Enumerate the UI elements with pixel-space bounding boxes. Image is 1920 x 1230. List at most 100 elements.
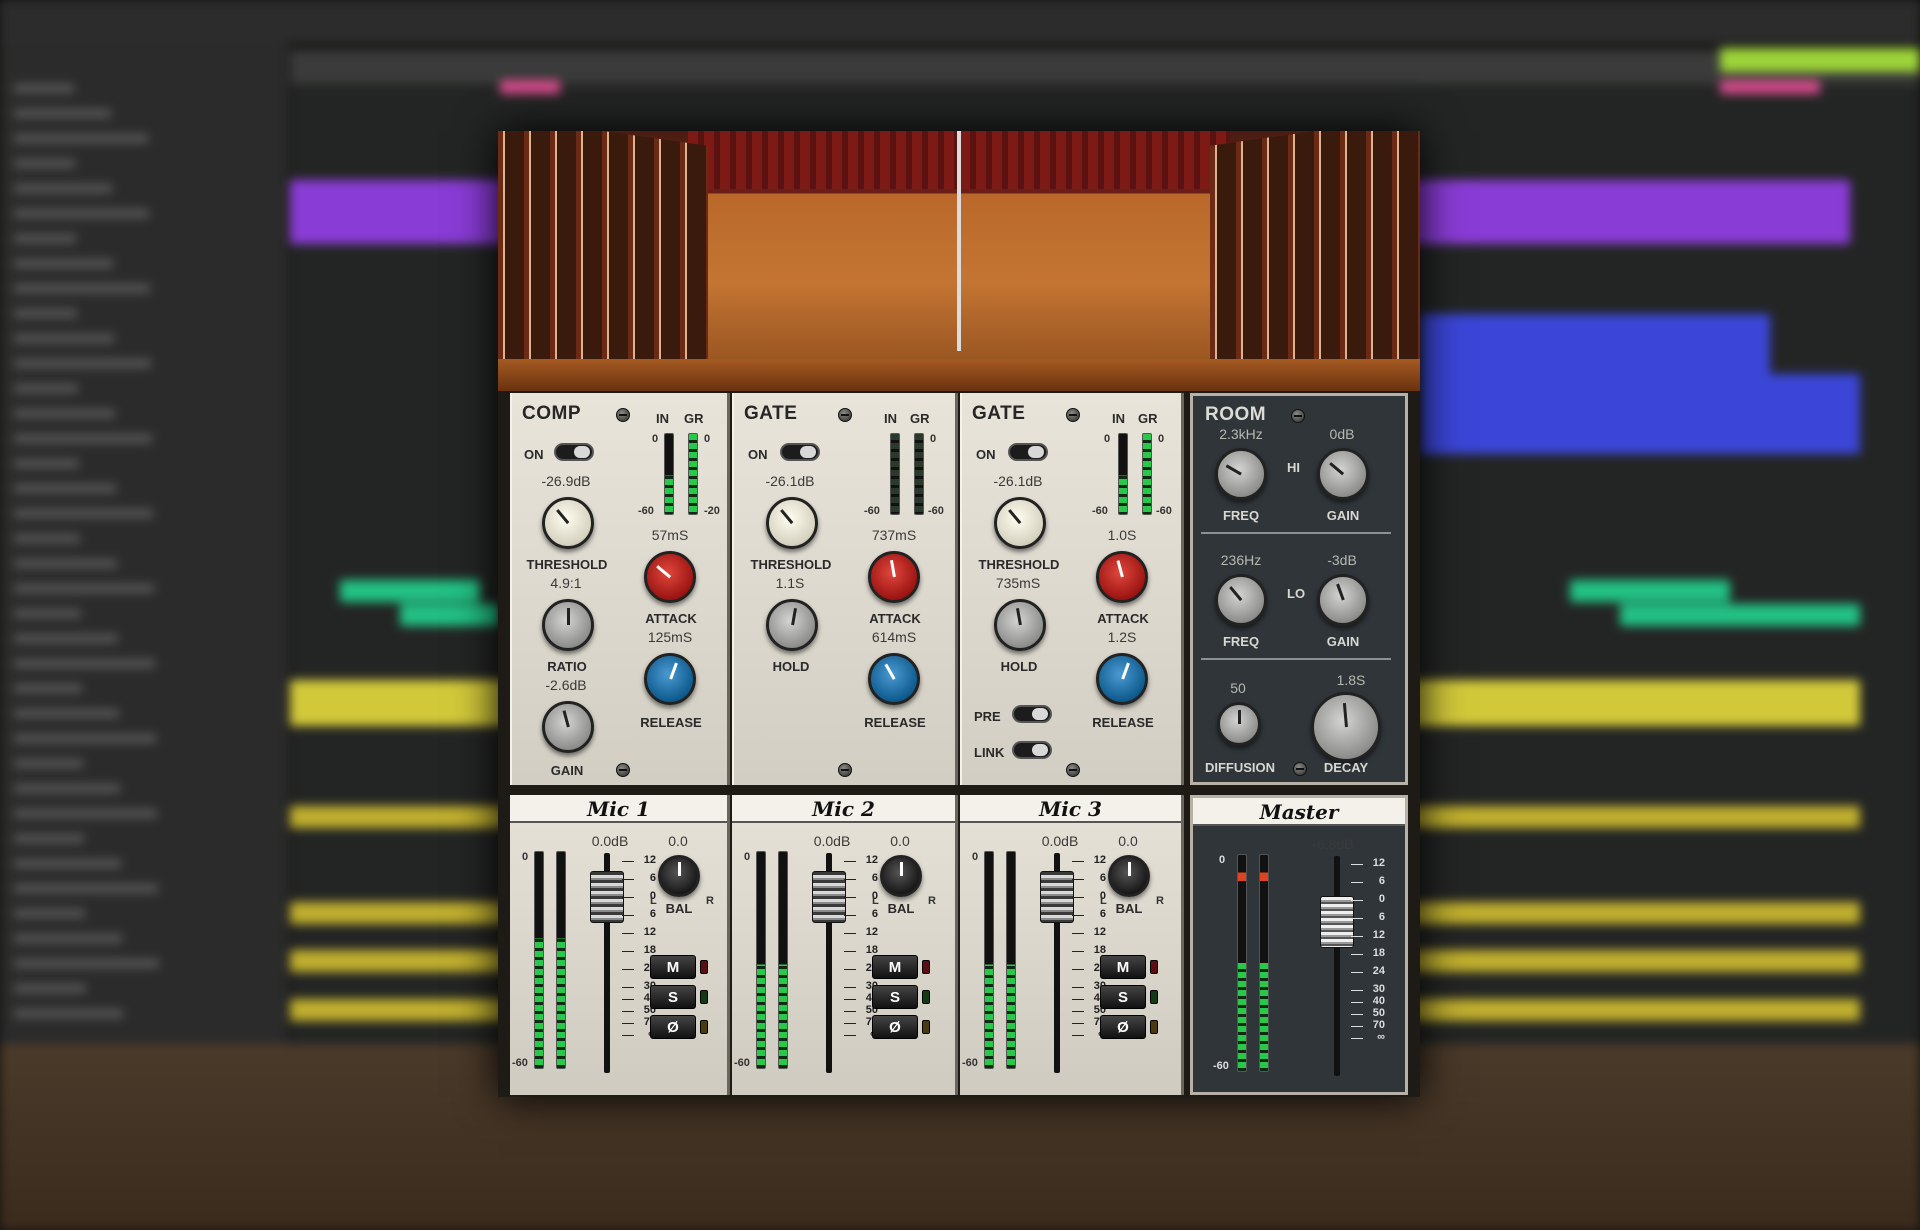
comp-ratio-value: 4.9:1	[550, 575, 582, 591]
daw-track-row[interactable]	[14, 434, 152, 443]
bal-l-label: L	[1100, 895, 1107, 907]
gate1-release-knob[interactable]	[868, 653, 920, 705]
daw-track-row[interactable]	[14, 634, 118, 643]
gate2-on-toggle[interactable]	[1008, 443, 1048, 461]
comp-meter-top-gr: 0	[704, 433, 711, 445]
daw-track-row[interactable]	[14, 534, 80, 543]
gate1-on-toggle[interactable]	[780, 443, 820, 461]
daw-track-row[interactable]	[14, 209, 149, 218]
room-diffusion-knob[interactable]	[1217, 702, 1261, 746]
daw-track-row[interactable]	[14, 134, 148, 143]
balance-knob[interactable]	[1108, 855, 1150, 897]
phase-invert-button[interactable]: Ø	[872, 1015, 918, 1039]
solo-button[interactable]: S	[872, 985, 918, 1009]
daw-track-row[interactable]	[14, 484, 116, 493]
daw-track-row[interactable]	[14, 409, 115, 418]
daw-track-row[interactable]	[14, 834, 84, 843]
daw-track-row[interactable]	[14, 334, 114, 343]
gate2-link-toggle[interactable]	[1012, 741, 1052, 759]
daw-track-row[interactable]	[14, 384, 78, 393]
room-decay-knob[interactable]	[1311, 692, 1381, 762]
room-hi-gain-knob[interactable]	[1317, 448, 1369, 500]
solo-button[interactable]: S	[1100, 985, 1146, 1009]
gate2-pre-toggle[interactable]	[1012, 705, 1052, 723]
gate1-input-meter	[890, 433, 900, 515]
gate1-meter-in-label: IN	[884, 411, 897, 426]
daw-track-row[interactable]	[14, 759, 83, 768]
clip-pink[interactable]	[500, 80, 560, 94]
mic-strip-name: Mic 1	[510, 795, 727, 823]
daw-track-row[interactable]	[14, 459, 79, 468]
phase-invert-button[interactable]: Ø	[650, 1015, 696, 1039]
daw-track-row[interactable]	[14, 559, 117, 568]
daw-track-row[interactable]	[14, 584, 154, 593]
comp-release-knob[interactable]	[644, 653, 696, 705]
gate1-attack-knob[interactable]	[868, 551, 920, 603]
clip-teal[interactable]	[340, 580, 480, 602]
clip-pink-2[interactable]	[1720, 80, 1820, 94]
clip-green[interactable]	[1720, 48, 1920, 72]
room-lo-freq-knob[interactable]	[1215, 574, 1267, 626]
gate2-threshold-knob[interactable]	[994, 497, 1046, 549]
clip-blue[interactable]	[1420, 374, 1860, 454]
daw-track-row[interactable]	[14, 709, 119, 718]
gate1-hold-knob[interactable]	[766, 599, 818, 651]
daw-track-row[interactable]	[14, 309, 77, 318]
gate2-attack-knob[interactable]	[1096, 551, 1148, 603]
comp-ratio-knob[interactable]	[542, 599, 594, 651]
daw-track-row[interactable]	[14, 884, 158, 893]
clip-teal-4[interactable]	[1620, 604, 1860, 626]
daw-track-row[interactable]	[14, 784, 120, 793]
daw-track-row[interactable]	[14, 84, 74, 93]
daw-track-row[interactable]	[14, 684, 82, 693]
clip-teal-3[interactable]	[1570, 580, 1730, 602]
scale-label: 6	[871, 908, 878, 920]
daw-track-row[interactable]	[14, 259, 113, 268]
daw-track-row[interactable]	[14, 1009, 123, 1018]
gate2-hold-knob[interactable]	[994, 599, 1046, 651]
gate2-release-knob[interactable]	[1096, 653, 1148, 705]
daw-track-row[interactable]	[14, 359, 151, 368]
daw-track-row[interactable]	[14, 984, 86, 993]
clip-teal-2[interactable]	[400, 604, 500, 626]
comp-threshold-knob[interactable]	[542, 497, 594, 549]
microphone-stand[interactable]	[957, 131, 961, 351]
daw-track-row[interactable]	[14, 959, 159, 968]
daw-track-row[interactable]	[14, 509, 153, 518]
solo-button[interactable]: S	[650, 985, 696, 1009]
daw-track-row[interactable]	[14, 934, 122, 943]
channel-fader-handle[interactable]	[590, 871, 624, 923]
daw-track-row[interactable]	[14, 234, 76, 243]
scale-tick	[1351, 1002, 1363, 1003]
daw-track-row[interactable]	[14, 184, 112, 193]
comp-gain-knob[interactable]	[542, 701, 594, 753]
clip-blue-2[interactable]	[1420, 314, 1770, 374]
room-diffusion-label: DIFFUSION	[1204, 760, 1276, 775]
scale-tick	[844, 933, 856, 934]
mute-button[interactable]: M	[650, 955, 696, 979]
daw-track-row[interactable]	[14, 734, 156, 743]
daw-track-row[interactable]	[14, 809, 157, 818]
balance-knob[interactable]	[658, 855, 700, 897]
comp-on-toggle[interactable]	[554, 443, 594, 461]
daw-track-row[interactable]	[14, 859, 121, 868]
mute-button[interactable]: M	[1100, 955, 1146, 979]
comp-attack-knob[interactable]	[644, 551, 696, 603]
comp-panel: COMP IN GR 0 0 -60 -20 ON -26.9dB THRESH…	[510, 393, 730, 785]
daw-track-row[interactable]	[14, 909, 85, 918]
daw-track-row[interactable]	[14, 109, 111, 118]
room-lo-gain-knob[interactable]	[1317, 574, 1369, 626]
daw-track-row[interactable]	[14, 159, 75, 168]
room-hi-freq-knob[interactable]	[1215, 448, 1267, 500]
channel-fader-handle[interactable]	[812, 871, 846, 923]
comp-gain-label: GAIN	[550, 763, 584, 778]
mute-button[interactable]: M	[872, 955, 918, 979]
daw-track-row[interactable]	[14, 609, 81, 618]
channel-fader-handle[interactable]	[1040, 871, 1074, 923]
phase-invert-button[interactable]: Ø	[1100, 1015, 1146, 1039]
gate1-threshold-knob[interactable]	[766, 497, 818, 549]
master-fader-handle[interactable]	[1320, 896, 1354, 948]
balance-knob[interactable]	[880, 855, 922, 897]
daw-track-row[interactable]	[14, 284, 150, 293]
daw-track-row[interactable]	[14, 659, 155, 668]
